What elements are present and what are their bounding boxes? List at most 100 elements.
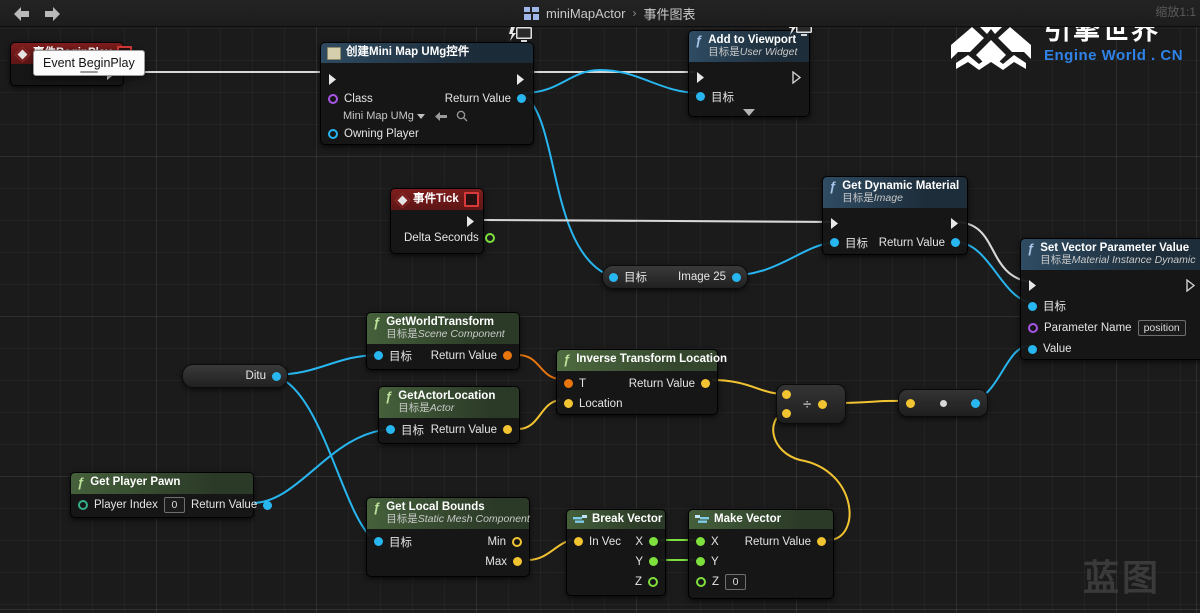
player-index-input[interactable]: 0: [163, 497, 185, 514]
ditu-label: Ditu: [245, 370, 266, 382]
convert-in-pin[interactable]: [906, 398, 915, 408]
target-pin[interactable]: [386, 425, 395, 435]
node-divide[interactable]: ÷: [776, 384, 846, 424]
breadcrumb: miniMapActor › 事件图表: [524, 3, 695, 23]
target-pin[interactable]: [374, 351, 383, 361]
node-create-widget[interactable]: 创建Mini Map UMg控件 Class Return Value Mini…: [320, 27, 534, 145]
location-label: Location: [579, 397, 623, 410]
breadcrumb-graph[interactable]: 事件图表: [643, 4, 695, 23]
forward-button[interactable]: [42, 5, 62, 23]
chevron-down-icon: [416, 113, 425, 119]
return-value-pin[interactable]: [701, 379, 710, 389]
stop-square-icon[interactable]: [463, 192, 479, 207]
min-pin[interactable]: [512, 536, 522, 547]
t-pin[interactable]: [564, 379, 573, 389]
z-pin[interactable]: [696, 576, 706, 587]
forward-arrow-icon: [45, 7, 60, 21]
node-get-world-transform[interactable]: ƒ GetWorldTransform 目标是Scene Component 目…: [366, 312, 520, 370]
exec-in-pin[interactable]: [696, 71, 706, 84]
player-index-pin[interactable]: [78, 500, 88, 511]
divide-symbol: ÷: [803, 395, 812, 413]
function-icon: ƒ: [373, 315, 381, 330]
node-image-variable[interactable]: 目标 Image 25: [602, 265, 748, 289]
return-value-pin[interactable]: [817, 537, 826, 547]
return-value-label: Return Value: [190, 499, 258, 512]
node-ditu-variable[interactable]: Ditu: [182, 364, 288, 388]
divide-b-pin[interactable]: [782, 409, 791, 418]
return-value-pin[interactable]: [517, 94, 526, 103]
node-inverse-transform-location[interactable]: ƒ Inverse Transform Location T Return Va…: [556, 349, 727, 415]
value-pin[interactable]: [1028, 344, 1037, 354]
return-value-pin[interactable]: [503, 425, 512, 435]
in-vec-label: In Vec: [589, 535, 621, 548]
node-get-dynamic-material[interactable]: ƒ Get Dynamic Material 目标是Image 目标 Retur…: [822, 176, 968, 255]
y-pin[interactable]: [649, 557, 658, 567]
node-get-actor-location[interactable]: ƒ GetActorLocation 目标是Actor 目标 Return Va…: [378, 386, 520, 444]
z-input[interactable]: 0: [725, 573, 747, 590]
return-value-pin[interactable]: [263, 500, 273, 510]
target-label: 目标: [711, 91, 734, 104]
exec-out-pin[interactable]: [466, 215, 476, 228]
node-convert-vector-to-linearcolor[interactable]: [898, 389, 988, 417]
browse-arrow-icon[interactable]: [434, 111, 448, 122]
parameter-name-pin[interactable]: [1028, 322, 1038, 333]
convert-out-pin[interactable]: [971, 398, 980, 408]
class-dropdown[interactable]: Mini Map UMg: [343, 110, 425, 122]
back-button[interactable]: [12, 5, 32, 23]
target-pin[interactable]: [374, 537, 383, 547]
target-pin[interactable]: [696, 92, 705, 102]
return-value-pin[interactable]: [503, 351, 512, 361]
monitor-bolt-icon: [509, 27, 532, 42]
event-diamond-icon: [14, 46, 31, 62]
node-get-player-pawn[interactable]: ƒ Get Player Pawn Player Index 0 Return …: [70, 472, 273, 518]
x-label: X: [635, 535, 643, 548]
parameter-name-label: Parameter Name: [1044, 321, 1132, 334]
breadcrumb-asset[interactable]: miniMapActor: [546, 6, 625, 21]
output-pin[interactable]: [272, 371, 281, 381]
max-pin[interactable]: [513, 557, 522, 567]
breadcrumb-separator: ›: [632, 6, 637, 20]
node-break-vector[interactable]: Break Vector In Vec X Y Z: [566, 509, 666, 596]
divide-a-pin[interactable]: [782, 390, 791, 399]
value-label: Value: [1043, 343, 1072, 356]
x-pin[interactable]: [696, 537, 705, 547]
node-add-to-viewport[interactable]: ƒ Add to Viewport 目标是User Widget 目标: [688, 21, 812, 117]
blueprint-editor: miniMapActor › 事件图表 缩放1:1 引擎世界 Engine Wo…: [0, 0, 1200, 613]
exec-out-pin[interactable]: [516, 73, 526, 86]
location-pin[interactable]: [564, 399, 573, 409]
parameter-name-input[interactable]: position: [1137, 319, 1186, 336]
node-make-vector[interactable]: Make Vector X Return Value Y Z 0: [688, 509, 834, 599]
delta-seconds-pin[interactable]: [484, 233, 495, 243]
target-pin[interactable]: [609, 272, 618, 282]
output-pin[interactable]: [732, 272, 741, 282]
class-value: Mini Map UMg: [343, 110, 414, 122]
divide-out-pin[interactable]: [818, 399, 828, 409]
x-label: X: [711, 535, 719, 548]
magnifier-icon[interactable]: [456, 110, 468, 122]
return-value-pin[interactable]: [951, 238, 960, 248]
node-get-local-bounds[interactable]: ƒ Get Local Bounds 目标是Static Mesh Compon…: [366, 497, 530, 577]
node-tooltip: Event BeginPlay: [33, 50, 145, 76]
chevron-down-icon[interactable]: [743, 109, 755, 117]
owning-player-pin[interactable]: [328, 128, 338, 139]
in-vec-pin[interactable]: [574, 537, 583, 547]
node-event-tick[interactable]: 事件Tick Delta Seconds: [390, 188, 495, 254]
x-pin[interactable]: [649, 537, 658, 547]
exec-in-pin[interactable]: [1028, 279, 1038, 292]
exec-out-pin[interactable]: [1186, 278, 1196, 292]
target-pin[interactable]: [830, 238, 839, 248]
target-label: 目标: [401, 424, 424, 437]
exec-in-pin[interactable]: [830, 217, 840, 230]
z-pin[interactable]: [648, 576, 658, 587]
exec-out-pin[interactable]: [950, 217, 960, 230]
exec-in-pin[interactable]: [328, 73, 338, 86]
y-pin[interactable]: [696, 557, 705, 567]
class-pin[interactable]: [328, 93, 338, 104]
top-toolbar: miniMapActor › 事件图表 缩放1:1: [0, 0, 1200, 27]
function-icon: ƒ: [373, 500, 381, 515]
exec-out-pin[interactable]: [792, 70, 802, 84]
target-pin[interactable]: [1028, 301, 1037, 311]
node-set-vector-parameter-value[interactable]: ƒ Set Vector Parameter Value 目标是Material…: [1020, 238, 1200, 360]
blueprint-grid-icon: [524, 6, 539, 20]
z-label: Z: [712, 575, 720, 588]
